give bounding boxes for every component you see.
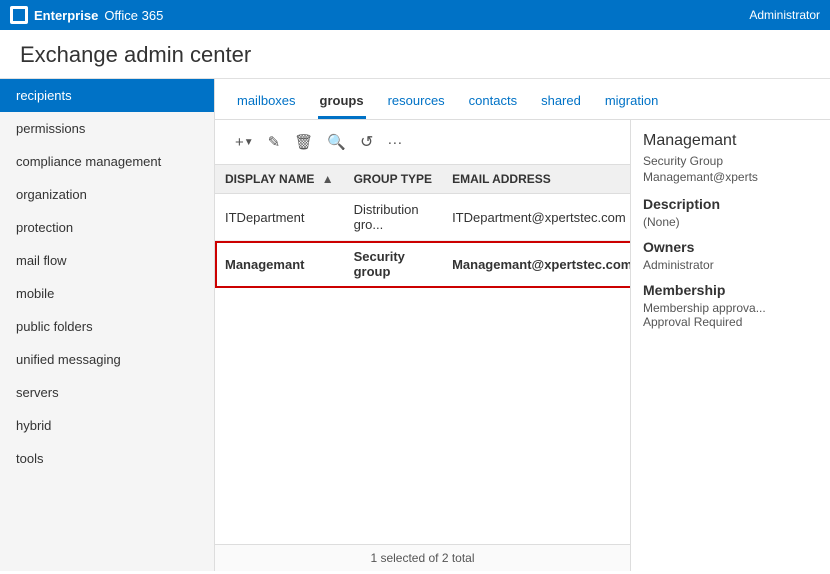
refresh-button[interactable]: ↺ [356, 130, 377, 154]
cell-email: Managemant@xpertstec.com [442, 241, 630, 288]
table-header-row: DISPLAY NAME ▲ GROUP TYPE EMAIL ADDRESS [215, 165, 630, 194]
table-panel: + ▼ ✎ 🗑 🔍 ↺ ··· [215, 120, 630, 571]
table-row[interactable]: Managemant Security group Managemant@xpe… [215, 241, 630, 288]
detail-owners-value: Administrator [643, 258, 818, 272]
sidebar-item-permissions[interactable]: permissions [0, 112, 214, 145]
edit-button[interactable]: ✎ [264, 131, 285, 153]
tab-contacts[interactable]: contacts [467, 87, 519, 119]
search-icon: 🔍 [327, 133, 346, 151]
data-table: DISPLAY NAME ▲ GROUP TYPE EMAIL ADDRESS [215, 164, 630, 544]
status-bar: 1 selected of 2 total [215, 544, 630, 571]
cell-display-name: ITDepartment [215, 194, 344, 241]
detail-type: Security Group [643, 154, 818, 168]
tab-shared[interactable]: shared [539, 87, 583, 119]
top-bar: Enterprise Office 365 Administrator [0, 0, 830, 30]
col-header-email-address[interactable]: EMAIL ADDRESS [442, 165, 630, 194]
add-dropdown-icon: ▼ [244, 137, 254, 148]
app-logo [10, 6, 28, 24]
detail-membership-label: Membership [643, 282, 818, 298]
sidebar-item-compliance-management[interactable]: compliance management [0, 145, 214, 178]
add-icon: + [235, 134, 244, 151]
top-bar-left: Enterprise Office 365 [10, 6, 163, 24]
cell-group-type: Security group [344, 241, 442, 288]
more-icon: ··· [387, 134, 402, 151]
sidebar-item-protection[interactable]: protection [0, 211, 214, 244]
delete-icon: 🗑 [294, 133, 313, 151]
product-name-2: Office 365 [104, 8, 163, 23]
app-title: Exchange admin center [20, 42, 810, 68]
sidebar: recipients permissions compliance manage… [0, 79, 215, 571]
toolbar: + ▼ ✎ 🗑 🔍 ↺ ··· [215, 120, 630, 164]
app-title-bar: Exchange admin center [0, 30, 830, 79]
col-header-group-type[interactable]: GROUP TYPE [344, 165, 442, 194]
detail-membership-value: Membership approva... [643, 301, 818, 315]
tab-resources[interactable]: resources [386, 87, 447, 119]
table-area: + ▼ ✎ 🗑 🔍 ↺ ··· [215, 120, 830, 571]
sidebar-item-public-folders[interactable]: public folders [0, 310, 214, 343]
refresh-icon: ↺ [360, 132, 373, 152]
add-button[interactable]: + ▼ [231, 132, 258, 153]
detail-description-label: Description [643, 196, 818, 212]
detail-name: Managemant [643, 132, 818, 150]
sidebar-item-recipients[interactable]: recipients [0, 79, 214, 112]
sort-arrow-icon: ▲ [322, 172, 334, 186]
content-area: mailboxes groups resources contacts shar… [215, 79, 830, 571]
cell-display-name: Managemant [215, 241, 344, 288]
sidebar-item-servers[interactable]: servers [0, 376, 214, 409]
edit-icon: ✎ [268, 133, 281, 151]
table-row[interactable]: ITDepartment Distribution gro... ITDepar… [215, 194, 630, 241]
tab-mailboxes[interactable]: mailboxes [235, 87, 298, 119]
status-text: 1 selected of 2 total [370, 551, 474, 565]
more-button[interactable]: ··· [383, 132, 406, 153]
tab-nav: mailboxes groups resources contacts shar… [215, 79, 830, 120]
sidebar-item-organization[interactable]: organization [0, 178, 214, 211]
delete-button[interactable]: 🗑 [290, 131, 317, 153]
sidebar-item-mail-flow[interactable]: mail flow [0, 244, 214, 277]
detail-panel: Managemant Security Group Managemant@xpe… [630, 120, 830, 571]
detail-owners-label: Owners [643, 239, 818, 255]
search-button[interactable]: 🔍 [323, 131, 350, 153]
admin-name: Administrator [749, 8, 820, 22]
detail-email: Managemant@xperts [643, 170, 818, 184]
sidebar-item-mobile[interactable]: mobile [0, 277, 214, 310]
detail-description-value: (None) [643, 215, 818, 229]
tab-migration[interactable]: migration [603, 87, 660, 119]
sidebar-item-hybrid[interactable]: hybrid [0, 409, 214, 442]
cell-email: ITDepartment@xpertstec.com [442, 194, 630, 241]
sidebar-item-tools[interactable]: tools [0, 442, 214, 475]
product-name-1: Enterprise [34, 8, 98, 23]
detail-membership-sub: Approval Required [643, 315, 818, 329]
main-layout: recipients permissions compliance manage… [0, 79, 830, 571]
tab-groups[interactable]: groups [318, 87, 366, 119]
cell-group-type: Distribution gro... [344, 194, 442, 241]
col-header-display-name[interactable]: DISPLAY NAME ▲ [215, 165, 344, 194]
sidebar-item-unified-messaging[interactable]: unified messaging [0, 343, 214, 376]
